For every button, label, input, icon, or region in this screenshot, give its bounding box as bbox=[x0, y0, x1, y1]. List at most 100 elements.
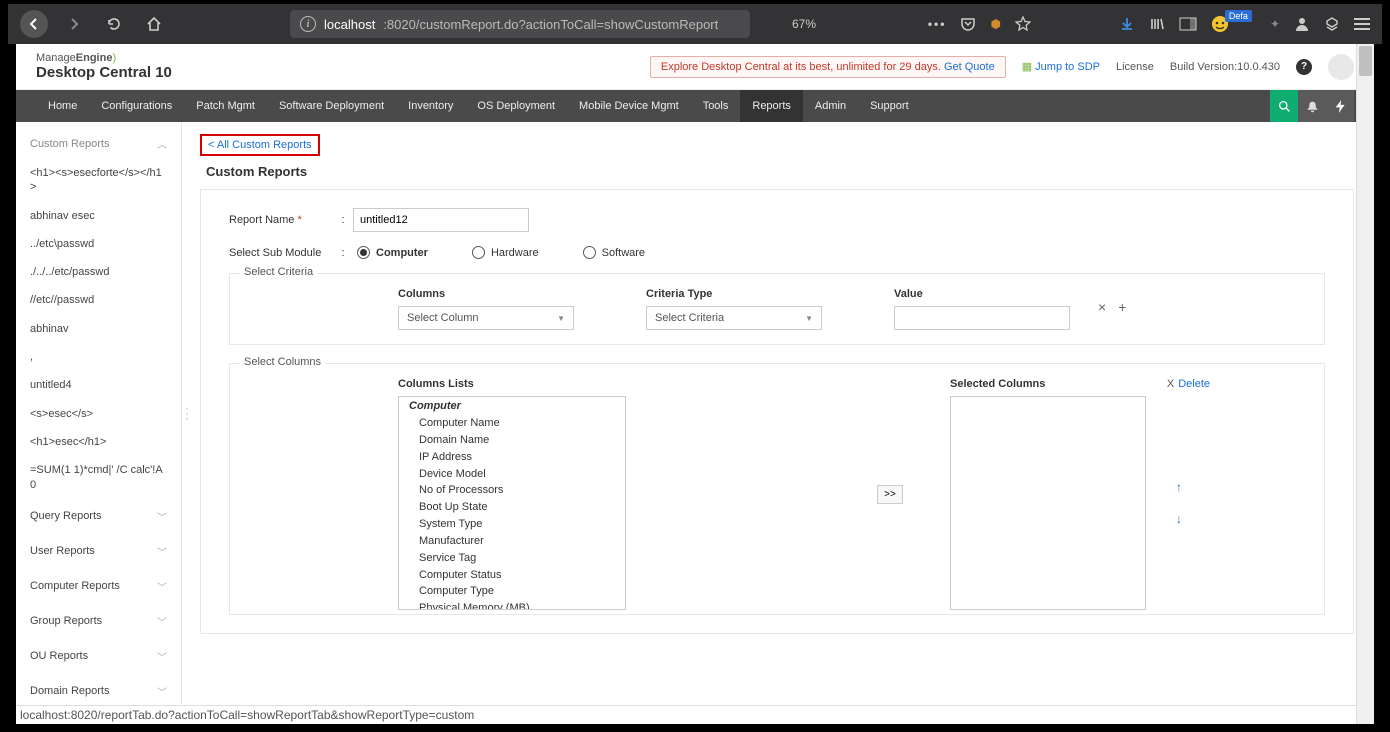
sidebar-category-computer-reports[interactable]: Computer Reports﹀ bbox=[16, 569, 181, 604]
brand-logo: ManageEngine) bbox=[36, 52, 172, 64]
list-item[interactable]: Service Tag bbox=[399, 550, 625, 567]
radio-hardware[interactable]: Hardware bbox=[472, 246, 539, 259]
add-criteria-icon[interactable]: + bbox=[1118, 299, 1126, 315]
whatsnew-icon[interactable]: ✦ bbox=[1270, 17, 1280, 31]
jump-link[interactable]: ▦ Jump to SDP bbox=[1022, 60, 1100, 73]
chevron-down-icon: ﹀ bbox=[157, 614, 167, 629]
sidebar-category-query-reports[interactable]: Query Reports﹀ bbox=[16, 499, 181, 534]
sidebar-item[interactable]: ./../../etc/passwd bbox=[16, 258, 181, 286]
nav-tab-admin[interactable]: Admin bbox=[803, 90, 858, 122]
back-button[interactable] bbox=[20, 10, 48, 38]
radio-computer[interactable]: Computer bbox=[357, 246, 428, 259]
move-right-button[interactable]: >> bbox=[877, 485, 903, 504]
move-up-button[interactable]: ↑ bbox=[1176, 480, 1182, 494]
nav-tab-inventory[interactable]: Inventory bbox=[396, 90, 465, 122]
status-bar: localhost:8020/reportTab.do?actionToCall… bbox=[16, 705, 1374, 724]
nav-tab-reports[interactable]: Reports bbox=[740, 90, 803, 122]
sidebar-item[interactable]: <h1>esec</h1> bbox=[16, 428, 181, 456]
account-icon[interactable]: Defa bbox=[1211, 15, 1256, 33]
list-item[interactable]: Physical Memory (MB) bbox=[399, 600, 625, 610]
sidebar-item[interactable]: //etc//passwd bbox=[16, 286, 181, 314]
sidebar-item[interactable]: =SUM(1 1)*cmd|' /C calc'!A0 bbox=[16, 456, 181, 499]
value-input[interactable] bbox=[894, 306, 1070, 330]
sidebar-category-domain-reports[interactable]: Domain Reports﹀ bbox=[16, 674, 181, 704]
list-item[interactable]: Computer Name bbox=[399, 415, 625, 432]
list-item[interactable]: Computer Status bbox=[399, 567, 625, 584]
sidebar-category-group-reports[interactable]: Group Reports﹀ bbox=[16, 604, 181, 639]
sidebar: Custom Reports︿ <h1><s>esecforte</s></h1… bbox=[16, 122, 182, 704]
chevron-up-icon: ︿ bbox=[157, 136, 167, 151]
page-title: Custom Reports bbox=[200, 160, 1354, 189]
list-item[interactable]: No of Processors bbox=[399, 482, 625, 499]
criteria-type-select[interactable]: Select Criteria▼ bbox=[646, 306, 822, 330]
sidebar-item[interactable]: abhinav esec bbox=[16, 202, 181, 230]
notification-button[interactable] bbox=[1298, 90, 1326, 122]
list-item[interactable]: System Type bbox=[399, 516, 625, 533]
help-icon[interactable]: ? bbox=[1296, 59, 1312, 75]
url-path: :8020/customReport.do?actionToCall=showC… bbox=[383, 17, 718, 32]
criteria-fieldset: Select Criteria Columns Select Column▼ C… bbox=[229, 273, 1325, 345]
build-version: Build Version:10.0.430 bbox=[1170, 61, 1280, 73]
avatar[interactable] bbox=[1328, 54, 1354, 80]
move-down-button[interactable]: ↓ bbox=[1176, 512, 1182, 526]
nav-tab-software-deployment[interactable]: Software Deployment bbox=[267, 90, 396, 122]
list-item[interactable]: IP Address bbox=[399, 449, 625, 466]
sidebar-item[interactable]: abhinav bbox=[16, 315, 181, 343]
menu-icon[interactable] bbox=[1354, 18, 1370, 30]
value-header: Value bbox=[894, 288, 1074, 300]
search-button[interactable] bbox=[1270, 90, 1298, 122]
list-item[interactable]: Domain Name bbox=[399, 432, 625, 449]
nav-tab-patch-mgmt[interactable]: Patch Mgmt bbox=[184, 90, 267, 122]
chevron-down-icon: ﹀ bbox=[157, 579, 167, 594]
sidebar-item[interactable]: untitled4 bbox=[16, 371, 181, 399]
home-button[interactable] bbox=[140, 10, 168, 38]
license-link[interactable]: License bbox=[1116, 61, 1154, 73]
star-icon[interactable] bbox=[1015, 16, 1031, 32]
download-icon[interactable] bbox=[1119, 16, 1135, 32]
list-item[interactable]: Boot Up State bbox=[399, 499, 625, 516]
remove-criteria-icon[interactable]: × bbox=[1098, 299, 1106, 315]
sidebar-icon[interactable] bbox=[1179, 17, 1197, 31]
delete-selected-link[interactable]: X Delete bbox=[1167, 378, 1210, 390]
pocket-icon[interactable] bbox=[960, 16, 976, 32]
sidebar-category-user-reports[interactable]: User Reports﹀ bbox=[16, 534, 181, 569]
more-icon[interactable]: ••• bbox=[928, 17, 947, 31]
library-icon[interactable] bbox=[1149, 16, 1165, 32]
selected-columns-listbox[interactable] bbox=[950, 396, 1146, 610]
nav-tab-os-deployment[interactable]: OS Deployment bbox=[465, 90, 567, 122]
resize-handle[interactable]: ⋮ bbox=[182, 122, 192, 704]
nav-tab-home[interactable]: Home bbox=[36, 90, 89, 122]
radio-software[interactable]: Software bbox=[583, 246, 645, 259]
url-host: localhost bbox=[324, 17, 375, 32]
sidebar-category-ou-reports[interactable]: OU Reports﹀ bbox=[16, 639, 181, 674]
sidebar-item[interactable]: , bbox=[16, 343, 181, 371]
forward-button[interactable] bbox=[60, 10, 88, 38]
report-name-input[interactable] bbox=[353, 208, 529, 232]
profile-icon[interactable] bbox=[1294, 16, 1310, 32]
sidebar-header-custom[interactable]: Custom Reports︿ bbox=[16, 128, 181, 159]
nav-tab-tools[interactable]: Tools bbox=[691, 90, 741, 122]
nav-tab-support[interactable]: Support bbox=[858, 90, 921, 122]
list-item[interactable]: Manufacturer bbox=[399, 533, 625, 550]
extensions-icon[interactable] bbox=[1324, 16, 1340, 32]
url-bar[interactable]: i localhost :8020/customReport.do?action… bbox=[290, 10, 750, 38]
list-item[interactable]: Computer Type bbox=[399, 583, 625, 600]
page-scrollbar[interactable] bbox=[1356, 44, 1374, 724]
shield-icon[interactable]: ⬢ bbox=[990, 17, 1000, 31]
sidebar-item[interactable]: ../etc\passwd bbox=[16, 230, 181, 258]
radio-icon bbox=[583, 246, 596, 259]
all-reports-link[interactable]: < All Custom Reports bbox=[200, 134, 320, 156]
sub-module-label: Select Sub Module bbox=[229, 247, 333, 259]
nav-tab-mobile-device-mgmt[interactable]: Mobile Device Mgmt bbox=[567, 90, 691, 122]
get-quote-link[interactable]: Get Quote bbox=[944, 61, 995, 73]
column-select[interactable]: Select Column▼ bbox=[398, 306, 574, 330]
list-item[interactable]: Device Model bbox=[399, 466, 625, 483]
reload-button[interactable] bbox=[100, 10, 128, 38]
criteria-col-header: Columns bbox=[398, 288, 646, 300]
quick-action-button[interactable] bbox=[1326, 90, 1354, 122]
nav-tab-configurations[interactable]: Configurations bbox=[89, 90, 184, 122]
sidebar-item[interactable]: <h1><s>esecforte</s></h1> bbox=[16, 159, 181, 202]
sidebar-item[interactable]: <s>esec</s> bbox=[16, 400, 181, 428]
columns-listbox[interactable]: Computer Computer NameDomain NameIP Addr… bbox=[398, 396, 626, 610]
report-name-label: Report Name * bbox=[229, 214, 333, 226]
